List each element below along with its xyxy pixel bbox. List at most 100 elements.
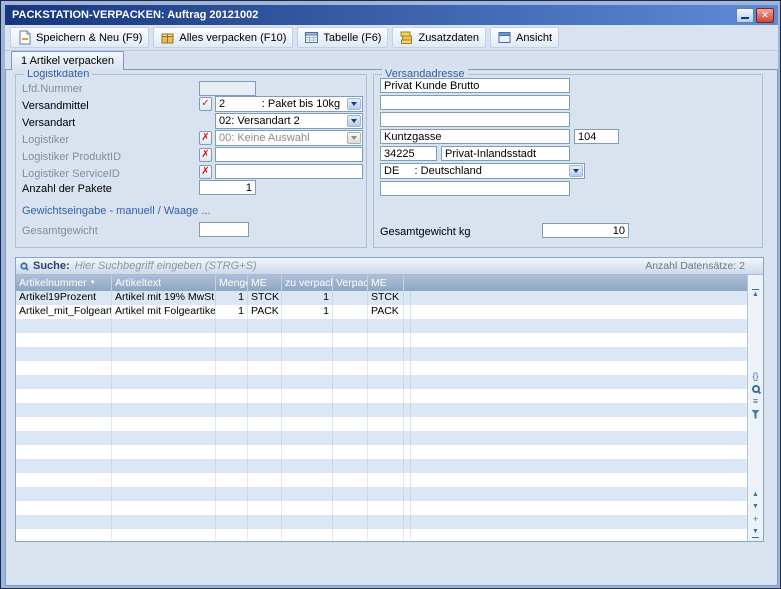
anzahl-pakete-field[interactable]	[199, 180, 256, 195]
search-input[interactable]	[75, 260, 375, 272]
table-row[interactable]	[16, 347, 747, 361]
close-button[interactable]: ✕	[756, 8, 774, 23]
table-cell	[404, 389, 411, 403]
scroll-to-top-icon[interactable]: ▲	[752, 289, 759, 299]
weight-entry-link[interactable]: Gewichtseingabe - manuell / Waage ...	[22, 205, 211, 217]
grid-search-icon[interactable]	[752, 385, 760, 393]
table-row[interactable]	[16, 375, 747, 389]
table-row[interactable]	[16, 417, 747, 431]
table-label: Tabelle (F6)	[323, 32, 381, 44]
table-row[interactable]	[16, 403, 747, 417]
table-row[interactable]	[16, 529, 747, 541]
country-value: DE : Deutschland	[384, 165, 568, 178]
column-header-menge[interactable]: Menge	[216, 275, 248, 291]
table-row[interactable]	[16, 361, 747, 375]
table-cell	[216, 515, 248, 529]
table-row[interactable]	[16, 487, 747, 501]
address-name2-field[interactable]	[380, 95, 570, 110]
table-cell	[16, 403, 112, 417]
table-cell	[404, 515, 411, 529]
column-header-artikeltext[interactable]: Artikeltext	[112, 275, 216, 291]
gesamtgewicht-field[interactable]	[199, 222, 249, 237]
postal-code-field[interactable]	[380, 146, 437, 161]
save-new-button[interactable]: Speichern & Neu (F9)	[10, 27, 149, 48]
service-id-clear-button[interactable]: ✗	[199, 165, 212, 179]
house-number-field[interactable]	[574, 129, 619, 144]
title-bar[interactable]: PACKSTATION-VERPACKEN: Auftrag 20121002 …	[5, 5, 778, 25]
table-cell	[216, 473, 248, 487]
column-label: zu verpacke	[285, 277, 333, 289]
logistiker-combo[interactable]: 00: Keine Auswahl	[215, 130, 363, 146]
city-field[interactable]	[441, 146, 570, 161]
column-header-verpackt[interactable]: Verpackt	[333, 275, 368, 291]
table-row[interactable]	[16, 473, 747, 487]
dropdown-arrow-icon[interactable]	[347, 98, 361, 110]
column-header-me1[interactable]: ME	[248, 275, 282, 291]
country-combo[interactable]: DE : Deutschland	[380, 163, 585, 179]
scroll-to-bottom-icon[interactable]: ▼	[752, 528, 759, 538]
versandart-combo[interactable]: 02: Versandart 2	[215, 113, 363, 129]
lfd-nummer-field[interactable]	[199, 81, 256, 96]
table-cell	[248, 389, 282, 403]
table-cell	[368, 487, 404, 501]
table-cell	[216, 375, 248, 389]
table-row[interactable]: Artikel_mit_Folgeartikel Artikel mit Fol…	[16, 305, 747, 319]
table-button[interactable]: Tabelle (F6)	[297, 27, 388, 48]
data-grid: Artikelnummer▼ Artikeltext Menge ME zu v…	[16, 275, 747, 541]
braces-icon[interactable]: {}	[752, 372, 758, 381]
table-cell	[16, 389, 112, 403]
column-header-artikelnummer[interactable]: Artikelnummer▼	[16, 275, 112, 291]
save-icon	[17, 30, 32, 45]
versandmittel-combo[interactable]: 2 : Paket bis 10kg	[215, 96, 363, 112]
table-cell	[282, 431, 333, 445]
table-row[interactable]	[16, 459, 747, 473]
tab-artikel-verpacken[interactable]: 1 Artikel verpacken	[11, 51, 124, 70]
dropdown-arrow-icon	[347, 132, 361, 144]
total-weight-field[interactable]	[542, 223, 629, 238]
table-row[interactable]	[16, 501, 747, 515]
window-title: PACKSTATION-VERPACKEN: Auftrag 20121002	[12, 9, 258, 21]
table-row[interactable]	[16, 389, 747, 403]
add-row-icon[interactable]: +	[753, 515, 758, 524]
address-extra-field[interactable]	[380, 181, 570, 196]
table-cell	[282, 445, 333, 459]
table-cell	[216, 333, 248, 347]
table-row[interactable]	[16, 431, 747, 445]
minimize-button[interactable]	[736, 8, 754, 23]
versandart-label: Versandart	[22, 117, 75, 130]
table-cell	[16, 333, 112, 347]
table-row[interactable]	[16, 319, 747, 333]
table-cell	[368, 389, 404, 403]
table-cell: STCK	[368, 291, 404, 305]
service-id-field[interactable]	[215, 164, 363, 179]
dropdown-arrow-icon[interactable]	[347, 115, 361, 127]
table-cell: PACK	[248, 305, 282, 319]
produkt-id-clear-button[interactable]: ✗	[199, 148, 212, 162]
table-cell	[404, 305, 411, 319]
table-row[interactable]	[16, 445, 747, 459]
table-cell	[282, 333, 333, 347]
produkt-id-field[interactable]	[215, 147, 363, 162]
column-header-me2[interactable]: ME	[368, 275, 404, 291]
pack-all-button[interactable]: Alles verpacken (F10)	[153, 27, 293, 48]
table-cell	[16, 431, 112, 445]
street-field[interactable]	[380, 129, 570, 144]
filter-icon[interactable]	[751, 410, 760, 419]
dropdown-arrow-icon[interactable]	[569, 165, 583, 177]
address-name1-field[interactable]	[380, 78, 570, 93]
row-down-icon[interactable]: ▼	[752, 503, 759, 511]
view-icon	[497, 30, 512, 45]
extra-data-button[interactable]: Zusatzdaten	[392, 27, 486, 48]
table-row[interactable]	[16, 515, 747, 529]
row-up-icon[interactable]: ▲	[752, 491, 759, 499]
list-icon[interactable]: ≡	[753, 397, 758, 406]
view-button[interactable]: Ansicht	[490, 27, 559, 48]
table-cell	[404, 347, 411, 361]
logistiker-clear-button[interactable]: ✗	[199, 131, 212, 145]
table-row[interactable]	[16, 333, 747, 347]
column-header-zu-verpacken[interactable]: zu verpacke	[282, 275, 333, 291]
table-icon	[304, 30, 319, 45]
table-row[interactable]: Artikel19Prozent Artikel mit 19% MwSt. 1…	[16, 291, 747, 305]
address-name3-field[interactable]	[380, 112, 570, 127]
versandmittel-check-button[interactable]: ✓	[199, 97, 212, 111]
